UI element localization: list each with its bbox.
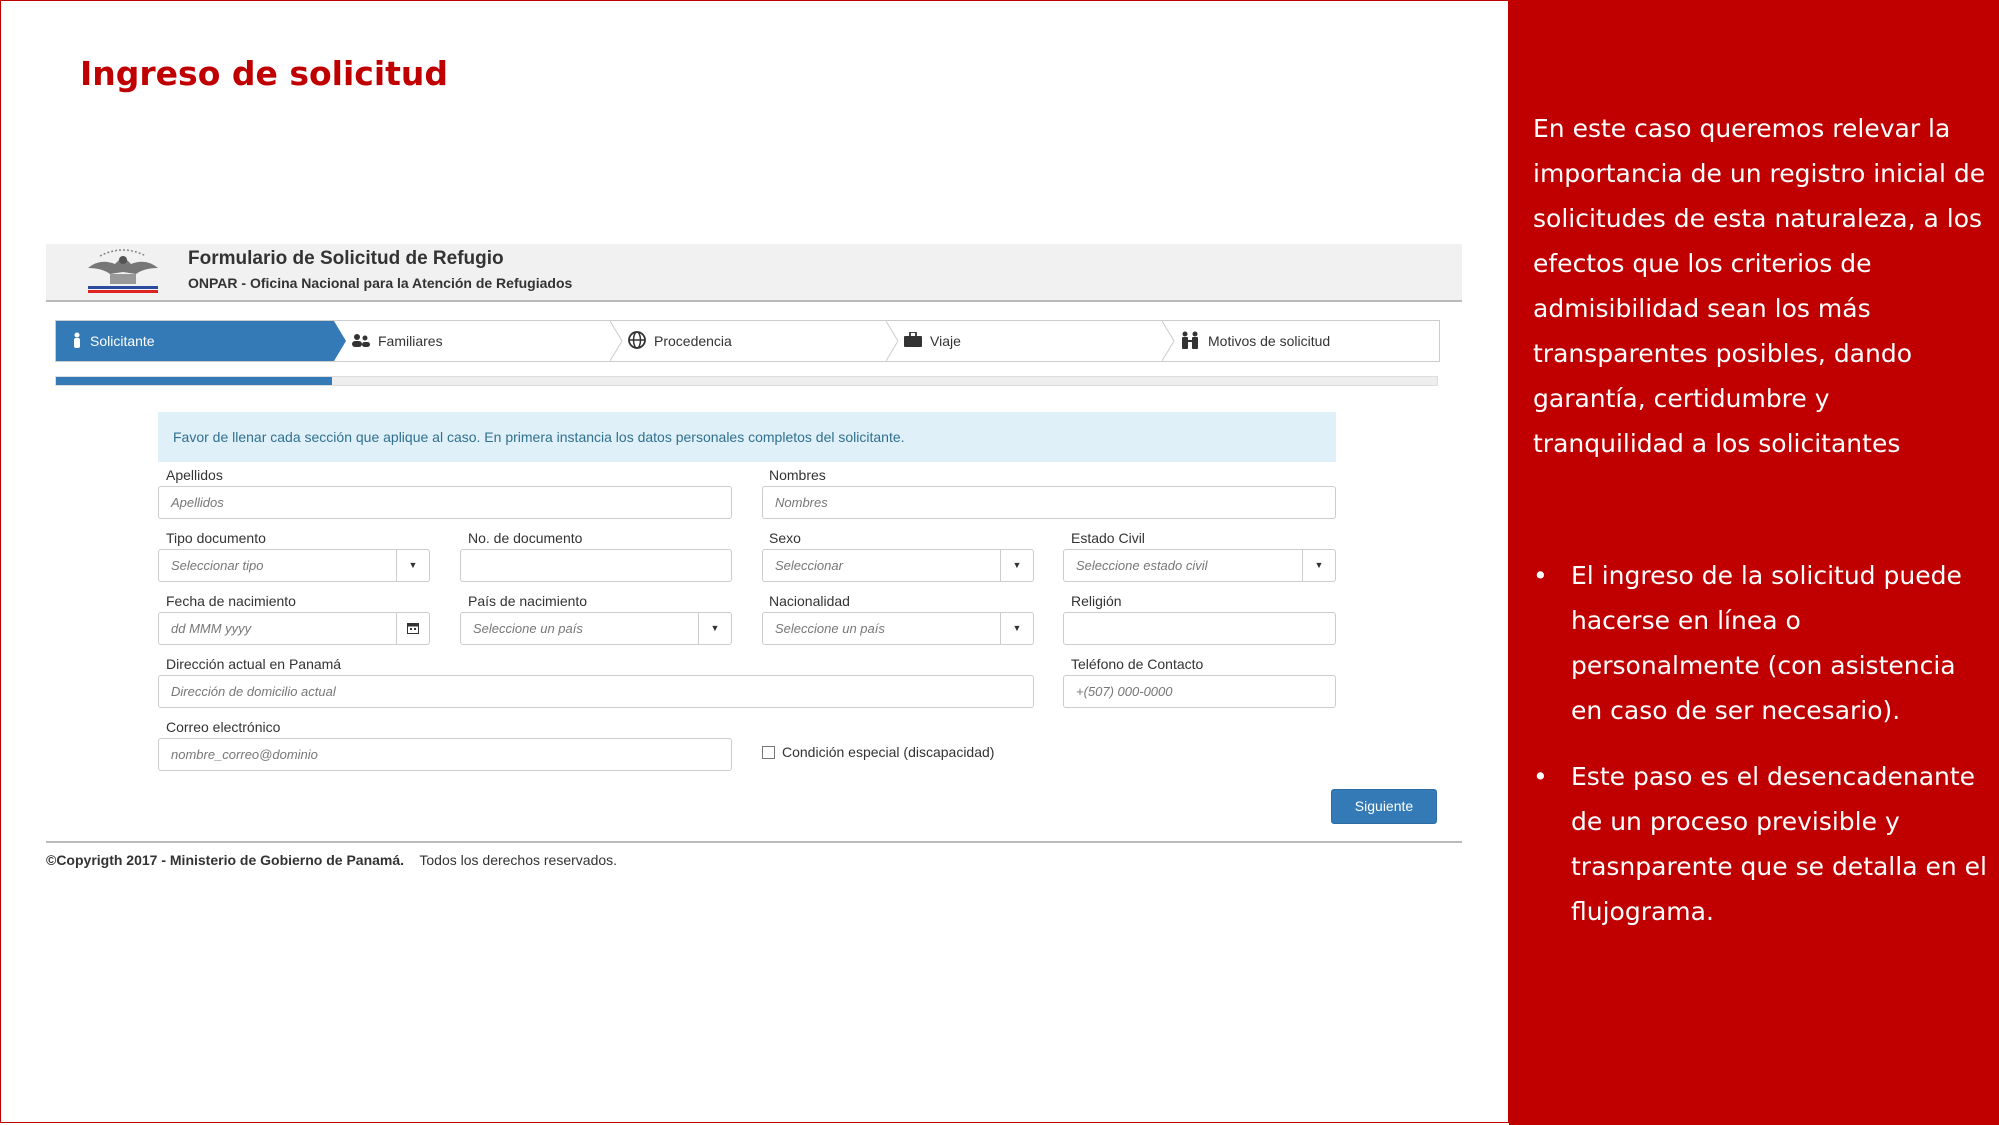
- condicion-especial-label: Condición especial (discapacidad): [782, 744, 995, 760]
- progress-fill: [56, 377, 333, 385]
- intro-paragraph: En este caso queremos relevar la importa…: [1533, 114, 1986, 458]
- direccion-input[interactable]: Dirección de domicilio actual: [158, 675, 1034, 708]
- estado-civil-label: Estado Civil: [1071, 530, 1145, 546]
- step-arrow: [1162, 321, 1175, 361]
- wizard-steps: Solicitante Familiares Procedencia Viaje: [55, 320, 1440, 362]
- footer: ©Copyrigth 2017 - Ministerio de Gobierno…: [46, 852, 617, 868]
- condicion-especial-checkbox-row[interactable]: Condición especial (discapacidad): [762, 744, 994, 760]
- form-screenshot: Formulario de Solicitud de Refugio ONPAR…: [46, 244, 1462, 884]
- step-arrow: [610, 321, 623, 361]
- tipo-documento-label: Tipo documento: [166, 530, 266, 546]
- caret-down-icon: ▼: [698, 613, 731, 644]
- step-label: Familiares: [378, 333, 443, 349]
- no-documento-input[interactable]: [460, 549, 732, 582]
- telefono-input[interactable]: +(507) 000-0000: [1063, 675, 1336, 708]
- nombres-label: Nombres: [769, 467, 826, 483]
- pais-nacimiento-value: Seleccione un país: [473, 621, 583, 636]
- correo-input[interactable]: nombre_correo@dominio: [158, 738, 732, 771]
- bullet-marker: •: [1533, 762, 1548, 791]
- direccion-label: Dirección actual en Panamá: [166, 656, 342, 672]
- step-label: Viaje: [930, 333, 961, 349]
- ministerio-de-gobierno-logo: [88, 249, 158, 293]
- step-viaje[interactable]: Viaje: [904, 321, 1164, 361]
- step-solicitante[interactable]: Solicitante: [56, 321, 334, 361]
- nacionalidad-select[interactable]: Seleccione un país ▼: [762, 612, 1034, 645]
- footer-divider: [46, 841, 1462, 843]
- apellidos-input[interactable]: Apellidos: [158, 486, 732, 519]
- footer-rights: Todos los derechos reservados.: [419, 852, 618, 868]
- briefcase-icon: [904, 331, 922, 350]
- religion-label: Religión: [1071, 593, 1122, 609]
- caret-down-icon: ▼: [1000, 613, 1033, 644]
- pais-nacimiento-select[interactable]: Seleccione un país ▼: [460, 612, 732, 645]
- form-title: Formulario de Solicitud de Refugio: [188, 248, 504, 269]
- form-header: Formulario de Solicitud de Refugio ONPAR…: [46, 244, 1462, 302]
- telefono-label: Teléfono de Contacto: [1071, 656, 1204, 672]
- sexo-value: Seleccionar: [775, 558, 843, 573]
- person-icon: [72, 332, 82, 351]
- step-label: Procedencia: [654, 333, 732, 349]
- fecha-nacimiento-value: dd MMM yyyy: [171, 621, 252, 636]
- bullet-item: • Este paso es el desencadenante de un p…: [1533, 754, 1988, 934]
- siguiente-button[interactable]: Siguiente: [1331, 789, 1437, 824]
- bullet-item: • El ingreso de la solicitud puede hacer…: [1533, 553, 1988, 733]
- step-label: Solicitante: [90, 333, 155, 349]
- footer-copyright: ©Copyrigth 2017 - Ministerio de Gobierno…: [46, 852, 405, 868]
- step-label: Motivos de solicitud: [1208, 333, 1331, 349]
- religion-input[interactable]: [1063, 612, 1336, 645]
- info-alert: Favor de llenar cada sección que aplique…: [158, 412, 1336, 462]
- caret-down-icon: ▼: [1302, 550, 1335, 581]
- step-arrow: [886, 321, 899, 361]
- bullet-marker: •: [1533, 561, 1548, 590]
- right-panel: En este caso queremos relevar la importa…: [1509, 0, 1999, 1125]
- step-procedencia[interactable]: Procedencia: [628, 321, 888, 361]
- tipo-documento-select[interactable]: Seleccionar tipo ▼: [158, 549, 430, 582]
- nacionalidad-value: Seleccione un país: [775, 621, 885, 636]
- bullet-text: El ingreso de la solicitud puede hacerse…: [1571, 561, 1962, 725]
- fecha-nacimiento-label: Fecha de nacimiento: [166, 593, 296, 609]
- sexo-select[interactable]: Seleccionar ▼: [762, 549, 1034, 582]
- apellidos-label: Apellidos: [166, 467, 223, 483]
- nombres-input[interactable]: Nombres: [762, 486, 1336, 519]
- step-arrow: [334, 321, 346, 361]
- step-motivos[interactable]: Motivos de solicitud: [1180, 321, 1438, 361]
- caret-down-icon: ▼: [396, 550, 429, 581]
- tipo-documento-value: Seleccionar tipo: [171, 558, 264, 573]
- sexo-label: Sexo: [769, 530, 801, 546]
- slide-title: Ingreso de solicitud: [80, 54, 449, 93]
- step-familiares[interactable]: Familiares: [352, 321, 612, 361]
- people-icon: [1180, 331, 1200, 352]
- bullet-text: Este paso es el desencadenante de un pro…: [1571, 762, 1987, 926]
- globe-icon: [628, 330, 646, 352]
- condicion-especial-checkbox[interactable]: [762, 745, 775, 759]
- nacionalidad-label: Nacionalidad: [769, 593, 850, 609]
- estado-civil-select[interactable]: Seleccione estado civil ▼: [1063, 549, 1336, 582]
- caret-down-icon: ▼: [1000, 550, 1033, 581]
- family-icon: [352, 333, 370, 350]
- correo-label: Correo electrónico: [166, 719, 281, 735]
- estado-civil-value: Seleccione estado civil: [1076, 558, 1208, 573]
- bullet-list: • El ingreso de la solicitud puede hacer…: [1533, 553, 1988, 955]
- no-documento-label: No. de documento: [468, 530, 583, 546]
- form-subtitle: ONPAR - Oficina Nacional para la Atenció…: [188, 275, 573, 291]
- pais-nacimiento-label: País de nacimiento: [468, 593, 588, 609]
- fecha-nacimiento-input[interactable]: dd MMM yyyy: [158, 612, 430, 645]
- calendar-icon[interactable]: [396, 613, 429, 644]
- progress-bar: [55, 376, 1438, 386]
